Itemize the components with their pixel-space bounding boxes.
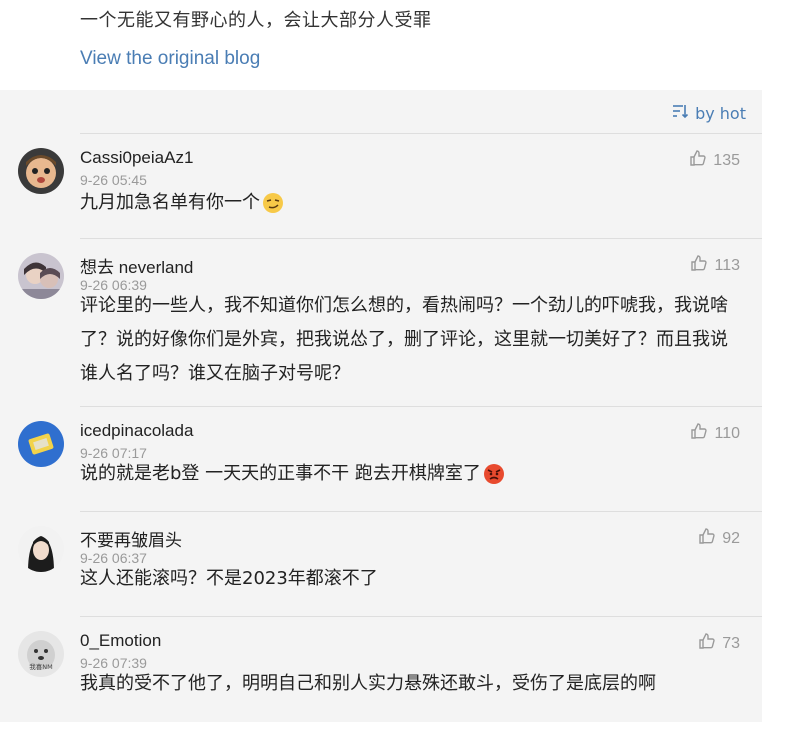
like-count: 92 bbox=[722, 529, 740, 547]
comment-item: 不要再皱眉头 9-26 06:37 92 这人还能滚吗？不是2023年都滚不了 bbox=[0, 512, 762, 616]
like-count: 110 bbox=[714, 424, 740, 442]
thumbs-up-icon bbox=[698, 632, 716, 655]
comment-text: 说的就是老b登 一天天的正事不干 跑去开棋牌室了 bbox=[80, 457, 740, 491]
avatar-caption: 我喜NM bbox=[29, 662, 52, 671]
username[interactable]: icedpinacolada bbox=[80, 421, 193, 441]
comment-item: Cassi0peiaAz1 9-26 05:45 135 九月加急名单有你一个 bbox=[0, 134, 762, 238]
comment-item: icedpinacolada 9-26 07:17 110 说的就是老b登 一天… bbox=[0, 407, 762, 511]
like-button[interactable]: 92 bbox=[698, 527, 740, 550]
avatar[interactable] bbox=[18, 253, 64, 299]
comment-text: 我真的受不了他了，明明自己和别人实力悬殊还敢斗，受伤了是底层的啊 bbox=[80, 673, 656, 694]
view-original-blog-link[interactable]: View the original blog bbox=[80, 48, 260, 70]
comment-text: 评论里的一些人，我不知道你们怎么想的，看热闹吗？一个劲儿的吓唬我，我说啥了？说的… bbox=[80, 295, 728, 384]
like-button[interactable]: 113 bbox=[690, 254, 740, 277]
comment-text: 九月加急名单有你一个 bbox=[80, 186, 740, 220]
username[interactable]: 想去 neverland bbox=[80, 253, 193, 278]
avatar[interactable] bbox=[18, 421, 64, 467]
thumbs-up-icon bbox=[698, 527, 716, 550]
username[interactable]: 不要再皱眉头 bbox=[80, 526, 182, 551]
username[interactable]: Cassi0peiaAz1 bbox=[80, 148, 193, 168]
avatar[interactable] bbox=[18, 148, 64, 194]
like-button[interactable]: 135 bbox=[689, 149, 740, 172]
comment-text-content: 说的就是老b登 一天天的正事不干 跑去开棋牌室了 bbox=[80, 463, 481, 484]
thumbs-up-icon bbox=[690, 254, 708, 277]
avatar[interactable] bbox=[18, 526, 64, 572]
avatar[interactable]: 我喜NM bbox=[18, 631, 64, 677]
thumbs-up-icon bbox=[690, 422, 708, 445]
comment-text-content: 九月加急名单有你一个 bbox=[80, 192, 260, 213]
like-count: 135 bbox=[713, 151, 740, 169]
comment-item: 我喜NM 0_Emotion 9-26 07:39 73 我真的受不了他了，明明… bbox=[0, 617, 762, 721]
like-count: 73 bbox=[722, 634, 740, 652]
smirk-face-emoji bbox=[262, 192, 284, 214]
like-button[interactable]: 110 bbox=[690, 422, 740, 445]
sort-icon bbox=[671, 102, 689, 124]
right-margin bbox=[762, 90, 800, 730]
sort-by-hot-button[interactable]: by hot bbox=[671, 102, 746, 124]
thumbs-up-icon bbox=[689, 149, 707, 172]
angry-face-emoji bbox=[483, 463, 505, 485]
bottom-margin bbox=[0, 722, 800, 730]
post-header: 一个无能又有野心的人，会让大部分人受罪 View the original bl… bbox=[0, 0, 800, 90]
comments-section: by hot Cassi0peiaAz1 9-26 05:45 135 九月加急… bbox=[0, 90, 762, 722]
like-count: 113 bbox=[714, 256, 740, 274]
comment-text: 这人还能滚吗？不是2023年都滚不了 bbox=[80, 568, 378, 589]
like-button[interactable]: 73 bbox=[698, 632, 740, 655]
sort-label: by hot bbox=[695, 103, 746, 123]
post-text: 一个无能又有野心的人，会让大部分人受罪 bbox=[80, 10, 432, 31]
username[interactable]: 0_Emotion bbox=[80, 631, 161, 651]
comment-item: 想去 neverland 9-26 06:39 113 评论里的一些人，我不知道… bbox=[0, 239, 762, 405]
